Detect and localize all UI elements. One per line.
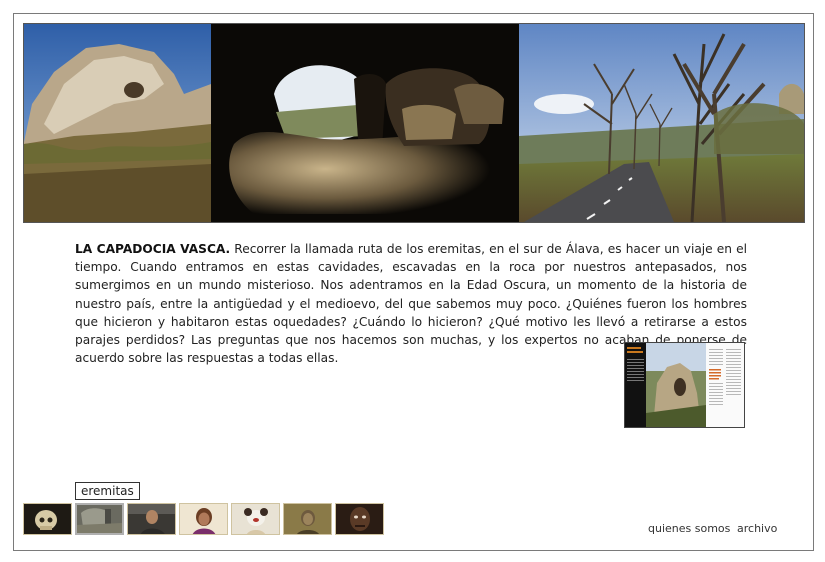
thumbnail-girl-portrait[interactable] — [179, 503, 228, 535]
photo-cave-interior — [211, 24, 519, 222]
man-portrait-image — [128, 504, 175, 534]
thumbnail-dark-portrait[interactable] — [335, 503, 384, 535]
skull-image — [24, 504, 71, 534]
photo-tree-road — [519, 24, 804, 222]
nav-link-archivo[interactable]: archivo — [737, 522, 777, 536]
hero-photo-strip — [24, 24, 804, 222]
thumbnail-plush-toy[interactable] — [231, 503, 280, 535]
nav-link-quienes-somos[interactable]: quienes somos — [648, 522, 730, 536]
magazine-spread-thumbnail[interactable] — [624, 342, 745, 428]
gallery-tag-eremitas[interactable]: eremitas — [75, 482, 140, 500]
thumbnail-man-portrait[interactable] — [127, 503, 176, 535]
cave-interior-image — [77, 505, 122, 533]
photo-rock-outcrop — [24, 24, 211, 222]
dark-portrait-image — [336, 504, 383, 534]
magazine-spread-image — [625, 343, 744, 427]
old-man-portrait-image — [284, 504, 331, 534]
plush-toy-image — [232, 504, 279, 534]
article-heading: LA CAPADOCIA VASCA. — [75, 242, 231, 256]
thumbnail-cave-interior[interactable] — [75, 503, 124, 535]
thumbnail-skull[interactable] — [23, 503, 72, 535]
thumbnail-old-man-portrait[interactable] — [283, 503, 332, 535]
hero-banner — [23, 23, 805, 223]
girl-portrait-image — [180, 504, 227, 534]
